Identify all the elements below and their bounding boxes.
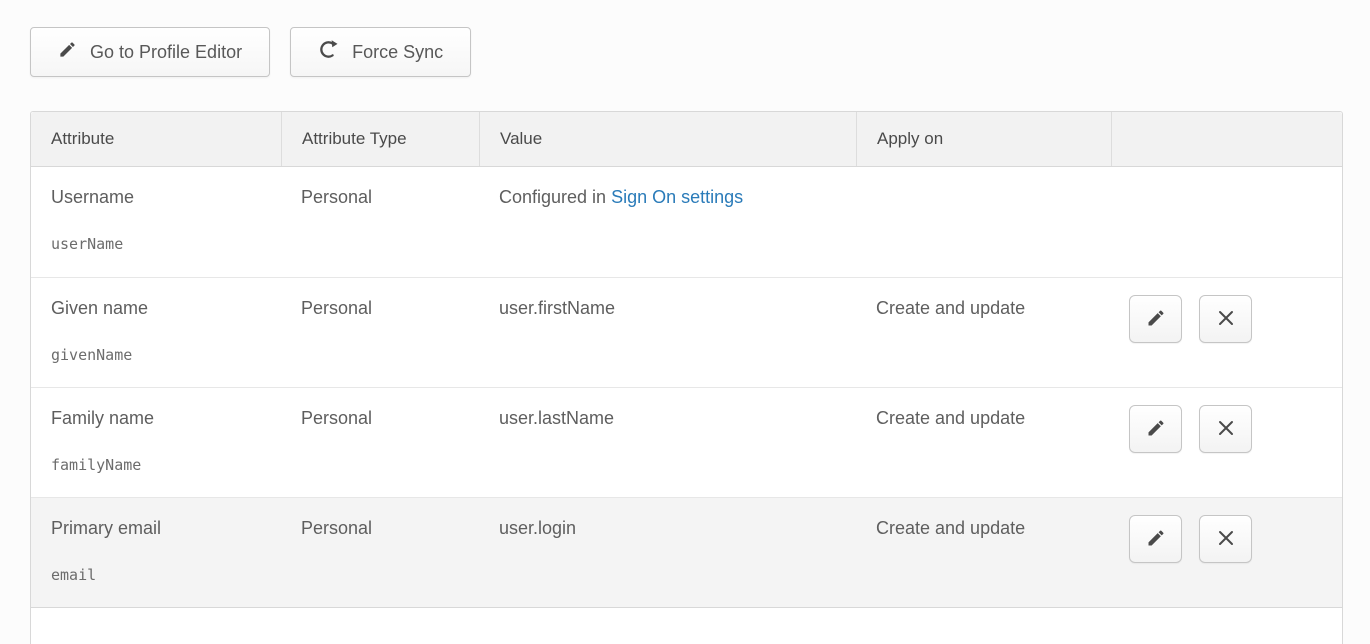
header-apply-on: Apply on xyxy=(856,112,1111,166)
actions-cell xyxy=(1111,388,1342,497)
refresh-icon xyxy=(318,39,339,65)
attribute-label: Primary email xyxy=(51,518,281,539)
attribute-label: Username xyxy=(51,187,281,208)
pencil-icon xyxy=(1146,308,1166,331)
apply-on-cell: Create and update xyxy=(856,278,1111,387)
header-actions xyxy=(1111,112,1342,166)
attribute-variable-name: givenName xyxy=(51,346,281,364)
table-header-row: Attribute Attribute Type Value Apply on xyxy=(31,112,1342,167)
value-cell: user.login xyxy=(479,498,856,607)
attribute-cell: Given name givenName xyxy=(31,278,281,387)
x-icon xyxy=(1216,528,1236,551)
header-attribute-type: Attribute Type xyxy=(281,112,479,166)
apply-on-cell xyxy=(856,167,1111,277)
edit-attribute-button[interactable] xyxy=(1129,405,1182,453)
header-attribute: Attribute xyxy=(31,112,281,166)
actions-cell xyxy=(1111,167,1342,277)
table-row: Primary email email Personal user.login … xyxy=(31,497,1342,607)
attribute-cell: Username userName xyxy=(31,167,281,277)
attribute-type-cell: Personal xyxy=(281,388,479,497)
pencil-icon xyxy=(1146,418,1166,441)
attribute-type-cell: Personal xyxy=(281,278,479,387)
pencil-icon xyxy=(1146,528,1166,551)
value-cell: user.firstName xyxy=(479,278,856,387)
actions-cell xyxy=(1111,498,1342,607)
x-icon xyxy=(1216,308,1236,331)
apply-on-cell: Create and update xyxy=(856,498,1111,607)
remove-attribute-button[interactable] xyxy=(1199,295,1252,343)
attribute-label: Given name xyxy=(51,298,281,319)
table-row: Family name familyName Personal user.las… xyxy=(31,387,1342,497)
remove-attribute-button[interactable] xyxy=(1199,405,1252,453)
edit-attribute-button[interactable] xyxy=(1129,295,1182,343)
remove-attribute-button[interactable] xyxy=(1199,515,1252,563)
attribute-variable-name: email xyxy=(51,566,281,584)
attribute-mappings-table: Attribute Attribute Type Value Apply on … xyxy=(30,111,1343,644)
attribute-mappings-page: Go to Profile Editor Force Sync Attribut… xyxy=(0,0,1370,644)
attribute-type-cell: Personal xyxy=(281,167,479,277)
attribute-variable-name: familyName xyxy=(51,456,281,474)
x-icon xyxy=(1216,418,1236,441)
edit-attribute-button[interactable] xyxy=(1129,515,1182,563)
force-sync-label: Force Sync xyxy=(352,42,443,63)
value-cell: Configured in Sign On settings xyxy=(479,167,856,277)
apply-on-cell: Create and update xyxy=(856,388,1111,497)
attribute-label: Family name xyxy=(51,408,281,429)
table-row-partial xyxy=(31,607,1342,644)
value-prefix-text: Configured in xyxy=(499,187,611,207)
actions-cell xyxy=(1111,278,1342,387)
attribute-cell: Primary email email xyxy=(31,498,281,607)
force-sync-button[interactable]: Force Sync xyxy=(290,27,471,77)
attribute-cell: Family name familyName xyxy=(31,388,281,497)
attribute-variable-name: userName xyxy=(51,235,281,253)
value-cell: user.lastName xyxy=(479,388,856,497)
table-row: Given name givenName Personal user.first… xyxy=(31,277,1342,387)
sign-on-settings-link[interactable]: Sign On settings xyxy=(611,187,743,207)
go-to-profile-editor-label: Go to Profile Editor xyxy=(90,42,242,63)
go-to-profile-editor-button[interactable]: Go to Profile Editor xyxy=(30,27,270,77)
table-row: Username userName Personal Configured in… xyxy=(31,167,1342,277)
header-value: Value xyxy=(479,112,856,166)
pencil-icon xyxy=(58,40,77,64)
toolbar: Go to Profile Editor Force Sync xyxy=(30,27,1370,77)
attribute-type-cell: Personal xyxy=(281,498,479,607)
